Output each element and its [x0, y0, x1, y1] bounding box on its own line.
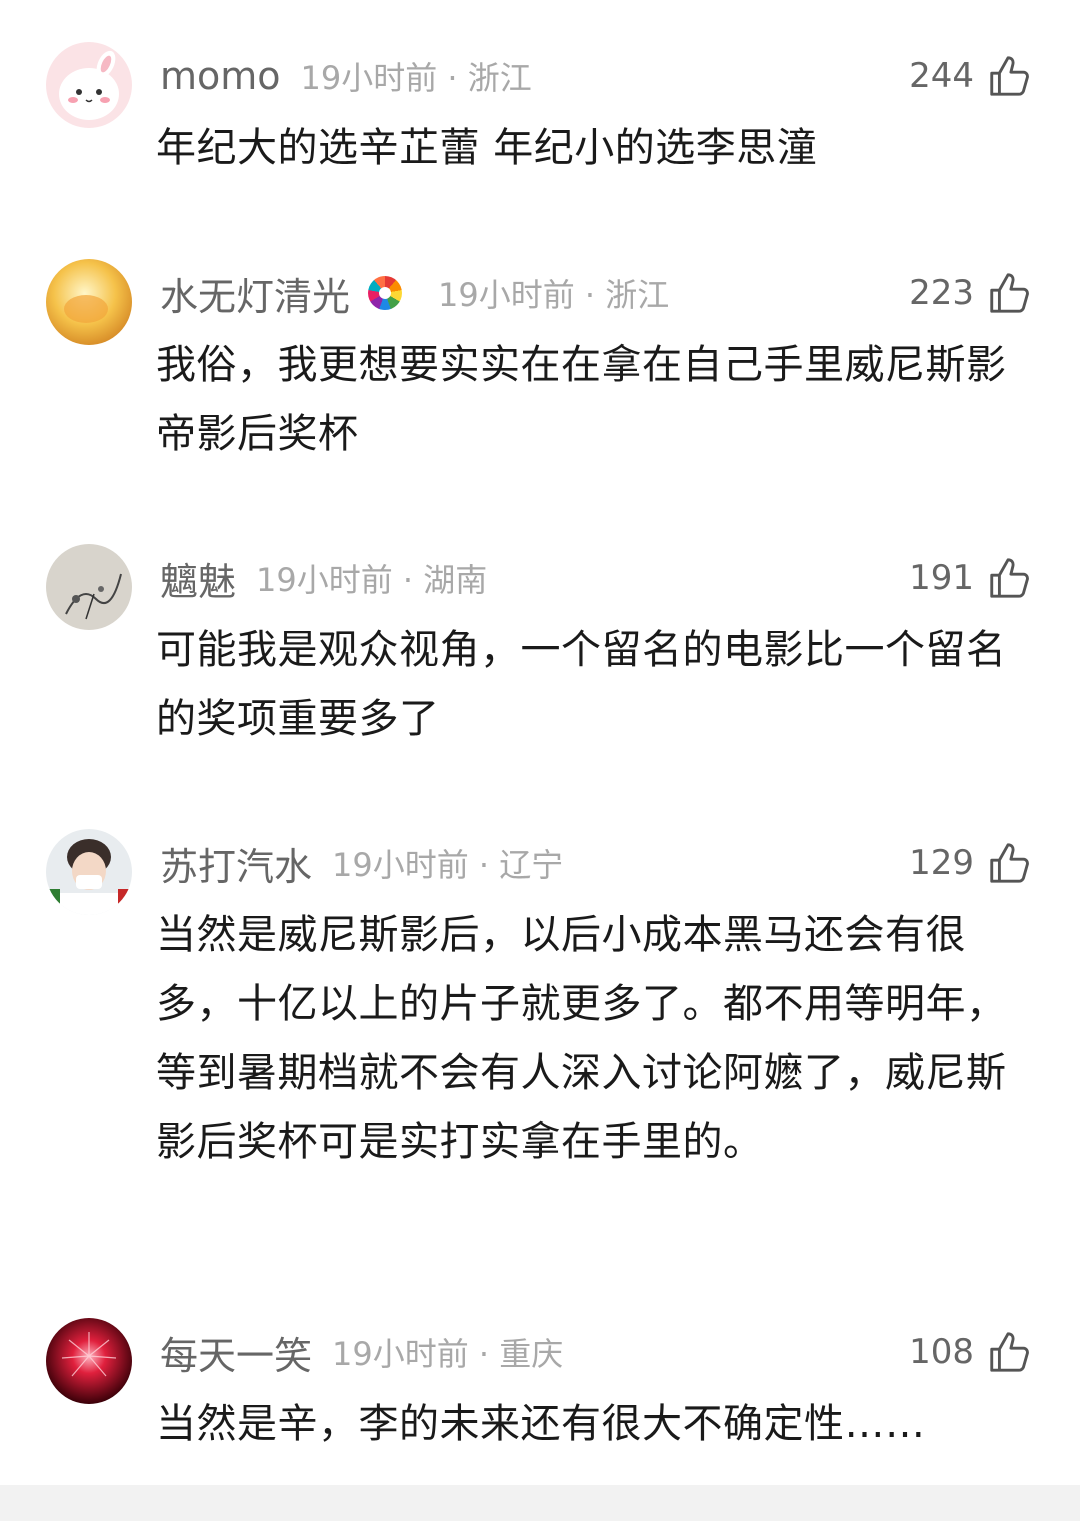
username[interactable]: momo: [160, 54, 281, 98]
comment-meta: 每天一笑 19小时前 · 重庆: [160, 1326, 563, 1378]
like-count: 191: [909, 558, 974, 598]
username[interactable]: 水无灯清光: [160, 266, 350, 321]
comment-text: 当然是威尼斯影后，以后小成本黑马还会有很多，十亿以上的片子就更多了。都不用等明年…: [156, 912, 1007, 1165]
like-count: 244: [909, 56, 974, 96]
avatar[interactable]: [46, 42, 132, 128]
comment-meta: momo 19小时前 · 浙江: [160, 50, 532, 102]
comment-text: 我俗，我更想要实实在在拿在自己手里威尼斯影帝影后奖杯: [156, 342, 1007, 457]
like-button[interactable]: 191: [909, 552, 1032, 604]
comment-meta: 苏打汽水 19小时前 · 辽宁: [160, 837, 563, 889]
like-count: 129: [909, 843, 974, 883]
time-location: 19小时前 · 辽宁: [332, 846, 564, 884]
avatar[interactable]: [46, 544, 132, 630]
username[interactable]: 魑魅: [160, 551, 236, 606]
comment-text: 可能我是观众视角，一个留名的电影比一个留名的奖项重要多了: [156, 627, 1007, 742]
like-button[interactable]: 108: [909, 1326, 1032, 1378]
thumbs-up-icon[interactable]: [986, 270, 1032, 316]
time-location: 19小时前 · 重庆: [332, 1335, 564, 1373]
thumbs-up-icon[interactable]: [986, 1329, 1032, 1375]
rainbow-badge-icon: [368, 276, 403, 310]
like-button[interactable]: 223: [909, 267, 1032, 319]
comment-meta: 水无灯清光 19小时前 · 浙江: [160, 267, 669, 319]
avatar[interactable]: [46, 1318, 132, 1404]
comment-list: momo 19小时前 · 浙江 244 年纪大的选辛芷蕾 年纪小的选李思潼 水无…: [0, 0, 1080, 1521]
bottom-bar: [0, 1485, 1080, 1521]
thumbs-up-icon[interactable]: [986, 840, 1032, 886]
time-location: 19小时前 · 浙江: [300, 59, 532, 97]
comment-text: 当然是辛，李的未来还有很大不确定性……: [156, 1401, 926, 1447]
comment-text: 年纪大的选辛芷蕾 年纪小的选李思潼: [156, 125, 818, 171]
time-location: 19小时前 · 浙江: [438, 276, 670, 314]
avatar[interactable]: [46, 259, 132, 345]
like-count: 108: [909, 1332, 974, 1372]
time-location: 19小时前 · 湖南: [256, 561, 488, 599]
avatar[interactable]: [46, 829, 132, 915]
username[interactable]: 每天一笑: [160, 1325, 312, 1380]
like-button[interactable]: 244: [909, 50, 1032, 102]
like-button[interactable]: 129: [909, 837, 1032, 889]
comment-meta: 魑魅 19小时前 · 湖南: [160, 552, 487, 604]
username[interactable]: 苏打汽水: [160, 836, 312, 891]
thumbs-up-icon[interactable]: [986, 53, 1032, 99]
like-count: 223: [909, 273, 974, 313]
thumbs-up-icon[interactable]: [986, 555, 1032, 601]
